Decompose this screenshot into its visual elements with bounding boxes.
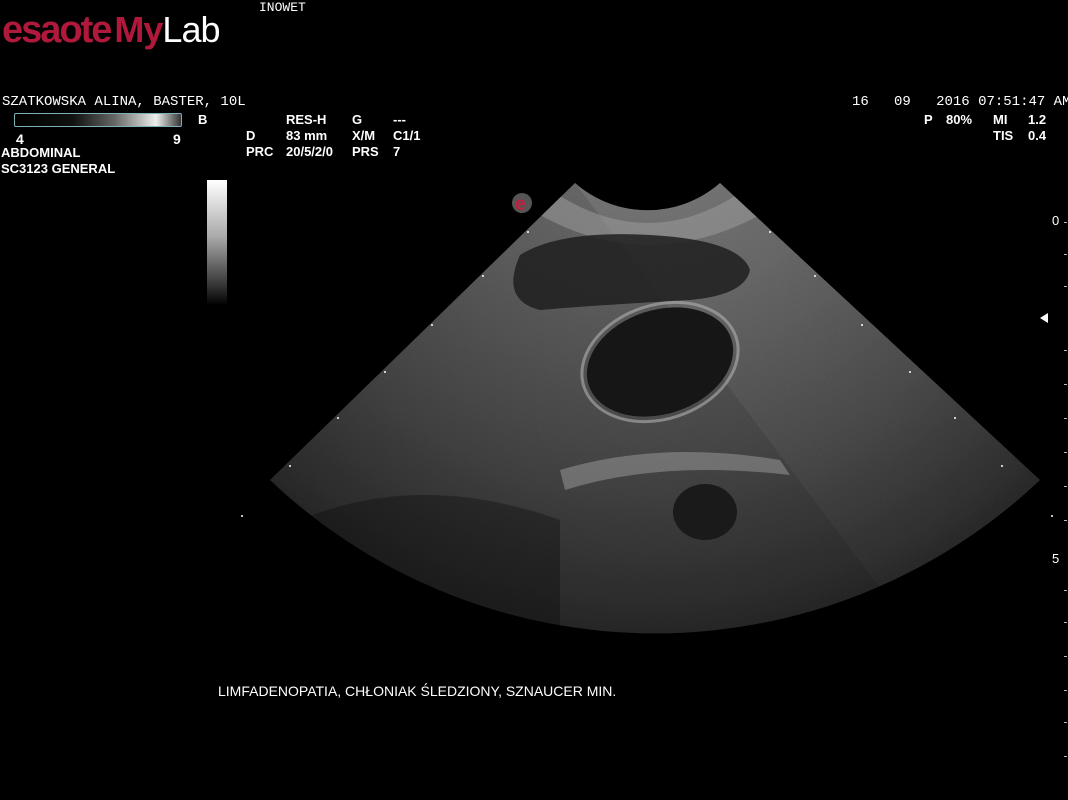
focus-marker-icon [1040, 313, 1048, 323]
svg-text:e: e [515, 194, 526, 215]
ultrasound-image: e [241, 183, 1067, 757]
depth-scale-ticks [1064, 222, 1067, 757]
depth-label-5: 5 [1052, 551, 1060, 566]
orientation-marker-icon: e [512, 193, 532, 215]
depth-label-0: 0 [1052, 213, 1060, 228]
sector-content [270, 183, 1040, 634]
image-annotation: LIMFADENOPATIA, CHŁONIAK ŚLEDZIONY, SZNA… [218, 683, 617, 699]
